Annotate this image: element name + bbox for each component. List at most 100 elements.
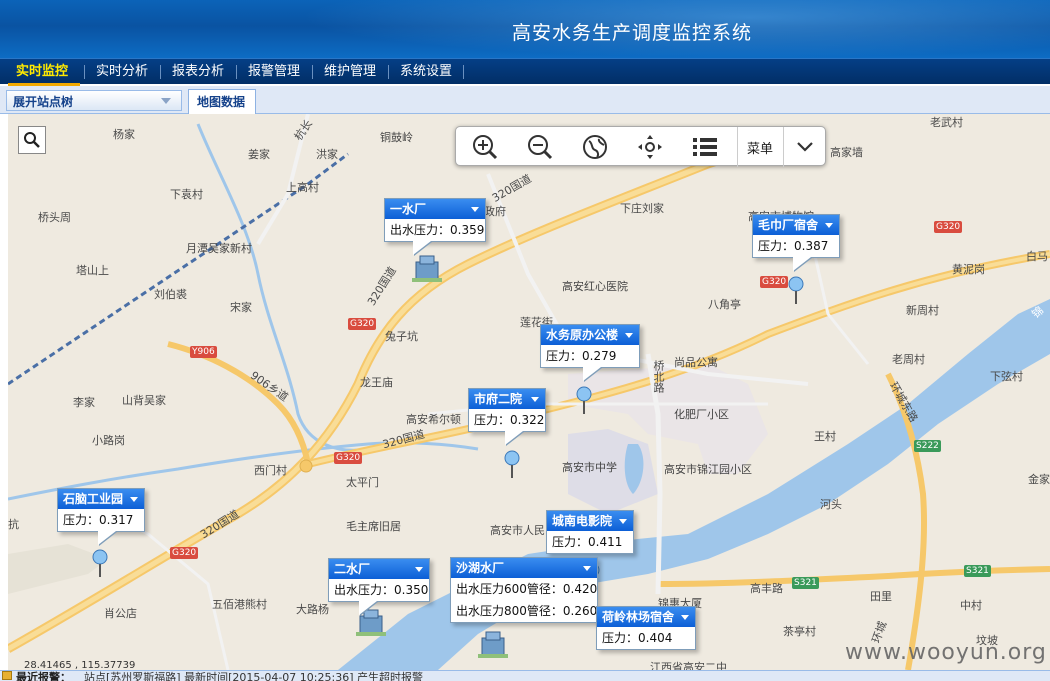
- chevron-down-icon: [583, 566, 591, 571]
- site-tree-select-label: 展开站点树: [13, 95, 74, 109]
- map-label: 兔子坑: [385, 330, 418, 343]
- map-label: 五佰港熊村: [212, 598, 267, 611]
- menu-expand-button[interactable]: [783, 127, 826, 167]
- map-label: 下弦村: [990, 370, 1023, 383]
- station-name: 一水厂: [390, 202, 427, 216]
- map-label: 姜家: [248, 148, 270, 161]
- station-reading: 压力：0.404: [602, 631, 673, 645]
- station-popup-header: 一水厂: [385, 199, 485, 219]
- nav-alarm-management[interactable]: 报警管理: [248, 63, 300, 83]
- map-label: 上高村: [286, 181, 319, 194]
- chevron-down-icon: [796, 142, 813, 152]
- map-label: 下庄刘家: [620, 202, 664, 215]
- station-reading: 压力：0.317: [63, 513, 134, 527]
- full-extent-button[interactable]: [568, 127, 622, 167]
- map-label: 高家墙: [830, 146, 863, 159]
- nav-separator: [84, 65, 85, 79]
- station-popup-chengnan-cinema[interactable]: 城南电影院 压力：0.411: [546, 510, 634, 554]
- pan-button[interactable]: [623, 127, 677, 167]
- nav-maintenance[interactable]: 维护管理: [324, 63, 376, 83]
- map-label: 毛主席旧居: [346, 520, 401, 533]
- map-label: 塔山上: [76, 264, 109, 277]
- nav-settings[interactable]: 系统设置: [400, 63, 452, 83]
- header-banner: 高安水务生产调度监控系统: [0, 0, 1050, 58]
- station-popup-shinao-industrial[interactable]: 石脑工业园 压力：0.317: [57, 488, 145, 545]
- chevron-down-icon: [619, 519, 627, 524]
- station-reading: 出水压力：0.359: [390, 223, 485, 237]
- map-label: 高丰路: [750, 582, 783, 595]
- alarm-message: 站点[苏州罗斯福路] 最新时间[2015-04-07 10:25:36] 产生超…: [84, 671, 423, 681]
- map-label: 高安希尔顿: [406, 413, 461, 426]
- station-popup-water-plant-1[interactable]: 一水厂 出水压力：0.359: [384, 198, 486, 255]
- station-popup-shahu-water-plant[interactable]: 沙湖水厂 出水压力600管径：0.420 出水压力800管径：0.260: [450, 557, 598, 623]
- station-popup-city-gov-2[interactable]: 市府二院 压力：0.322: [468, 388, 546, 445]
- station-reading: 压力：0.411: [552, 535, 623, 549]
- nav-report-analysis[interactable]: 报表分析: [172, 63, 224, 83]
- site-tree-select[interactable]: 展开站点树: [6, 90, 182, 111]
- map-view[interactable]: 杨家 姜家 洪家 下袁村 上高村 桥头周 月潭吴家新村 塔山上 刘伯裘 宋家 兔…: [8, 114, 1050, 670]
- map-label: 中村: [960, 599, 982, 612]
- station-reading: 出水压力600管径：0.420: [456, 582, 598, 596]
- chevron-down-icon: [130, 497, 138, 502]
- road-shield: S321: [964, 565, 991, 577]
- chevron-down-icon: [161, 98, 171, 104]
- main-nav: 实时监控 实时分析 报表分析 报警管理 维护管理 系统设置: [0, 58, 1050, 84]
- alarm-icon: [2, 671, 12, 680]
- popup-pointer: [359, 601, 377, 615]
- map-label: 政府: [484, 205, 506, 218]
- station-popup-heling-forest-dorm[interactable]: 荷岭林场宿舍 压力：0.404: [596, 606, 696, 650]
- list-icon: [693, 138, 717, 156]
- map-label: 洪家: [316, 148, 338, 161]
- map-label: 田里: [870, 590, 892, 603]
- road-shield: S321: [792, 577, 819, 589]
- status-bar: 最近报警： 站点[苏州罗斯福路] 最新时间[2015-04-07 10:25:3…: [0, 670, 1050, 681]
- station-popup-towel-factory-dorm[interactable]: 毛巾厂宿舍 压力：0.387: [752, 214, 840, 271]
- chevron-down-icon: [531, 397, 539, 402]
- map-label: 龙王庙: [360, 376, 393, 389]
- station-name: 毛巾厂宿舍: [758, 218, 819, 232]
- road-shield: G320: [170, 547, 199, 559]
- nav-separator: [160, 65, 161, 79]
- layer-list-button[interactable]: [678, 127, 732, 167]
- search-button[interactable]: [18, 126, 46, 154]
- station-popup-header: 毛巾厂宿舍: [753, 215, 839, 235]
- popup-pointer: [583, 367, 601, 381]
- map-label: 月潭吴家新村: [186, 242, 252, 255]
- menu-button[interactable]: 菜单: [737, 127, 783, 167]
- station-name: 荷岭林场宿舍: [602, 610, 675, 624]
- nav-realtime-analysis[interactable]: 实时分析: [96, 63, 148, 83]
- station-reading: 出水压力：0.350: [334, 583, 429, 597]
- station-popup-water-plant-2[interactable]: 二水厂 出水压力：0.350: [328, 558, 430, 615]
- zoom-in-icon: [473, 135, 498, 160]
- zoom-out-button[interactable]: [513, 127, 567, 167]
- map-label: 高安红心医院: [562, 280, 628, 293]
- map-label: 西门村: [254, 464, 287, 477]
- nav-separator: [312, 65, 313, 79]
- zoom-in-button[interactable]: [458, 127, 512, 167]
- map-label: 铜鼓岭: [380, 131, 413, 144]
- nav-separator: [236, 65, 237, 79]
- station-reading: 压力：0.387: [758, 239, 829, 253]
- map-label: 桥头周: [38, 211, 71, 224]
- nav-realtime-monitor[interactable]: 实时监控: [16, 63, 68, 83]
- road-shield: Y906: [190, 346, 217, 358]
- popup-pointer: [98, 531, 116, 545]
- station-popup-header: 沙湖水厂: [451, 558, 597, 578]
- station-name: 水务原办公楼: [546, 328, 619, 342]
- chevron-down-icon: [681, 615, 689, 620]
- station-popup-header: 城南电影院: [547, 511, 633, 531]
- station-popup-water-office[interactable]: 水务原办公楼 压力：0.279: [540, 324, 640, 381]
- map-label: 八角亭: [708, 298, 741, 311]
- tab-map-data[interactable]: 地图数据: [188, 89, 256, 114]
- station-popup-header: 荷岭林场宿舍: [597, 607, 695, 627]
- map-label: 李家: [73, 396, 95, 409]
- globe-icon: [583, 135, 607, 159]
- map-label: 山背吴家: [122, 394, 166, 407]
- map-label: 茶亭村: [783, 625, 816, 638]
- station-reading: 压力：0.322: [474, 413, 545, 427]
- map-label: 宋家: [230, 301, 252, 314]
- search-icon: [24, 132, 40, 148]
- chevron-down-icon: [825, 223, 833, 228]
- station-popup-header: 石脑工业园: [58, 489, 144, 509]
- map-label: 金家: [1028, 473, 1050, 486]
